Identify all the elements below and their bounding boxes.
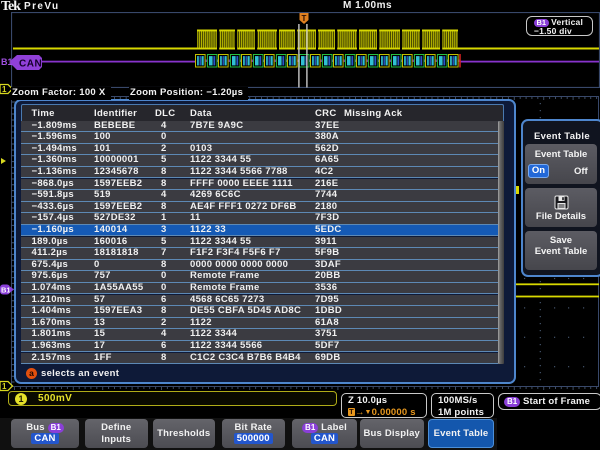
svg-text:1: 1 [2, 382, 7, 391]
svg-text:B1: B1 [1, 286, 11, 295]
svg-text:1: 1 [2, 85, 7, 94]
